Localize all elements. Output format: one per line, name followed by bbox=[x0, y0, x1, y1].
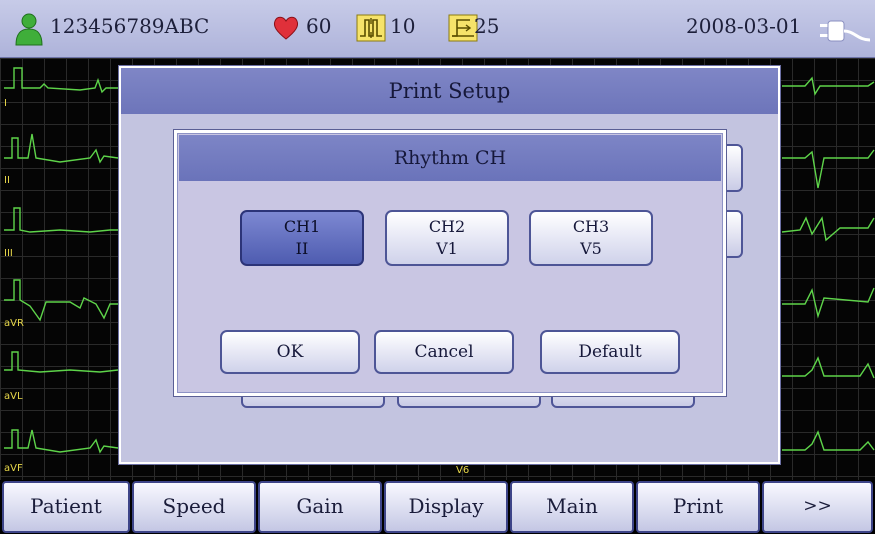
menu-print-button[interactable]: Print bbox=[636, 481, 760, 533]
heart-rate-value: 60 bbox=[306, 14, 332, 38]
default-button[interactable]: Default bbox=[540, 330, 680, 374]
ch1-lead: II bbox=[295, 239, 309, 258]
ch2-lead: V1 bbox=[436, 239, 458, 258]
ch1-name: CH1 bbox=[283, 217, 321, 236]
menu-speed-button[interactable]: Speed bbox=[132, 481, 256, 533]
ch1-button[interactable]: CH1 II bbox=[240, 210, 364, 266]
ecg-trace-III-right bbox=[781, 216, 875, 242]
lead-label-aVR: aVR bbox=[4, 318, 24, 329]
lead-label-aVF: aVF bbox=[4, 463, 23, 474]
date-display: 2008-03-01 bbox=[686, 14, 802, 38]
lead-value-2: 25 bbox=[474, 14, 500, 38]
ecg-trace-aVR-right bbox=[782, 287, 875, 319]
patient-icon bbox=[15, 13, 43, 46]
ecg-trace-aVF-right bbox=[782, 430, 875, 451]
bottom-menu: Patient Speed Gain Display Main Print >> bbox=[0, 480, 875, 534]
rhythm-ch-dialog: Rhythm CH CH1 II CH2 V1 CH3 V5 OK Cancel… bbox=[174, 130, 726, 396]
power-plug-icon bbox=[820, 20, 871, 42]
menu-gain-button[interactable]: Gain bbox=[258, 481, 382, 533]
ch2-button[interactable]: CH2 V1 bbox=[385, 210, 509, 266]
lead-label-aVL: aVL bbox=[4, 391, 23, 402]
ch3-name: CH3 bbox=[572, 217, 610, 236]
ecg-trace-I-right bbox=[782, 76, 875, 96]
menu-more-button[interactable]: >> bbox=[762, 481, 873, 533]
ecg-trace-aVL bbox=[4, 351, 119, 373]
ch3-lead: V5 bbox=[580, 239, 602, 258]
status-bar: 123456789ABC 60 10 25 2008-03-01 bbox=[0, 0, 875, 58]
ecg-trace-aVL-right bbox=[782, 356, 875, 379]
ecg-trace-aVR bbox=[4, 279, 118, 322]
lead-label-I: I bbox=[4, 98, 7, 109]
lead-label-III: III bbox=[4, 248, 13, 259]
rhythm-ch-title: Rhythm CH bbox=[179, 135, 721, 181]
lead-label-II: II bbox=[4, 175, 10, 186]
print-setup-title: Print Setup bbox=[121, 68, 778, 114]
menu-main-button[interactable]: Main bbox=[510, 481, 634, 533]
ecg-trace-aVF bbox=[4, 429, 119, 454]
ch3-button[interactable]: CH3 V5 bbox=[529, 210, 653, 266]
menu-display-button[interactable]: Display bbox=[384, 481, 508, 533]
lead-interval-icon bbox=[356, 14, 386, 42]
lead-label-V6: V6 bbox=[456, 465, 470, 476]
ecg-trace-II bbox=[4, 133, 119, 164]
patient-id: 123456789ABC bbox=[50, 14, 210, 38]
ok-button[interactable]: OK bbox=[220, 330, 360, 374]
ch2-name: CH2 bbox=[428, 217, 466, 236]
ecg-trace-I bbox=[4, 67, 118, 94]
lead-value-1: 10 bbox=[390, 14, 416, 38]
ecg-trace-III bbox=[4, 207, 118, 233]
heart-icon bbox=[273, 16, 299, 40]
ecg-trace-II-right bbox=[782, 149, 875, 189]
cancel-button[interactable]: Cancel bbox=[374, 330, 514, 374]
menu-patient-button[interactable]: Patient bbox=[2, 481, 130, 533]
